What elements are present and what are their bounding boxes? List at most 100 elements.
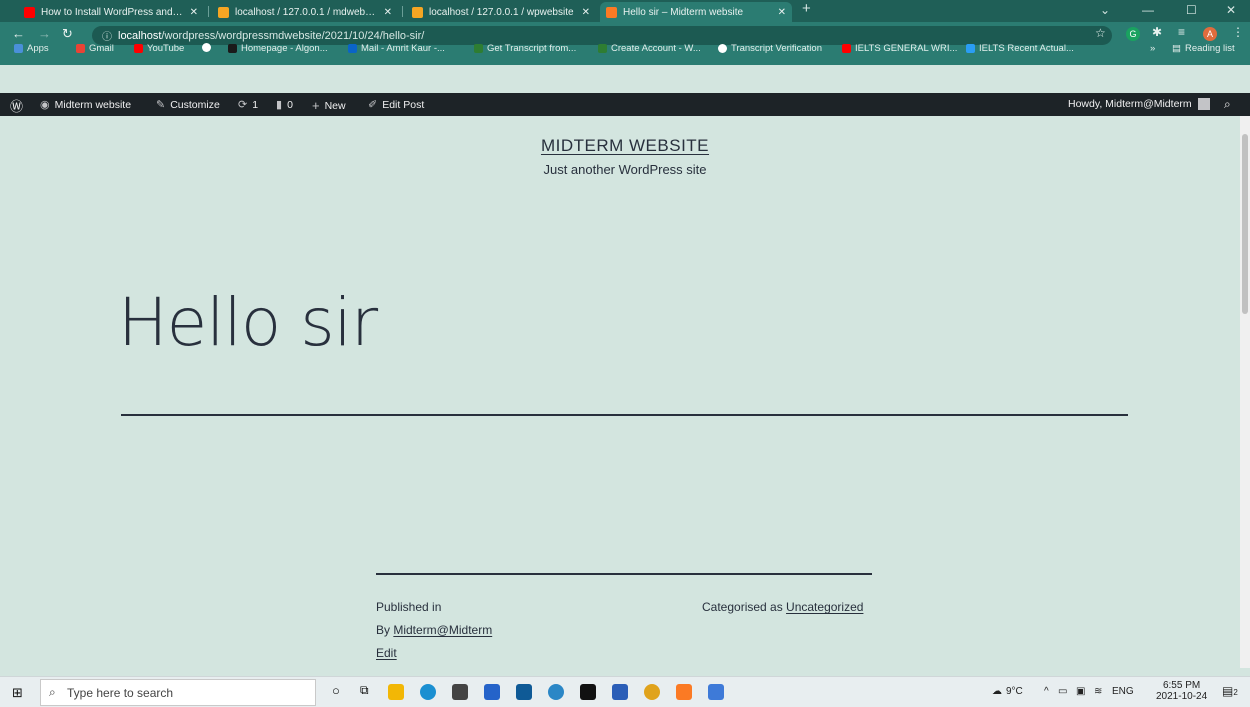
search-icon[interactable]: ⌕ [1224, 97, 1231, 112]
reload-icon[interactable]: ↻ [62, 26, 73, 42]
bookmark-create-account[interactable]: Create Account - W... [598, 43, 701, 54]
bookmark-apps[interactable]: Apps [14, 43, 49, 54]
bookmark-transcript-verification[interactable]: Transcript Verification [718, 43, 822, 54]
battery-icon[interactable]: ▭ [1058, 686, 1067, 697]
back-icon[interactable]: ← [12, 26, 25, 41]
post-title: Hello sir [118, 284, 378, 361]
tab-wpwebsite[interactable]: localhost / 127.0.0.1 / wpwebsite ✕ [406, 2, 596, 22]
globe-app-icon[interactable] [548, 684, 564, 700]
category-link[interactable]: Uncategorized [786, 600, 863, 614]
taskbar-search[interactable]: ⌕ Type here to search [40, 679, 316, 706]
xampp-icon[interactable] [676, 684, 692, 700]
youtube-icon [842, 44, 851, 53]
wifi-icon[interactable]: ≋ [1094, 686, 1102, 697]
mail-icon[interactable] [516, 684, 532, 700]
edit-post-link[interactable]: Edit [376, 646, 397, 660]
app-icon[interactable] [708, 684, 724, 700]
minimize-icon[interactable]: — [1142, 3, 1154, 17]
site-title: MIDTERM WEBSITE [0, 136, 1250, 156]
bitdefender-icon[interactable] [484, 684, 500, 700]
apps-icon [14, 44, 23, 53]
scrollbar[interactable] [1240, 116, 1250, 668]
temperature[interactable]: 9°C [1006, 686, 1023, 697]
bookmark-star-icon[interactable]: ☆ [1095, 26, 1106, 40]
netflix-icon[interactable] [580, 684, 596, 700]
store-icon[interactable] [452, 684, 468, 700]
new-tab-button[interactable]: + [802, 0, 811, 17]
extensions-icon[interactable]: ✱ [1152, 25, 1162, 39]
url-host: localhost [118, 29, 162, 42]
info-icon: ⓘ [102, 32, 112, 43]
file-explorer-icon[interactable] [388, 684, 404, 700]
plus-icon: + [312, 98, 320, 113]
admin-new[interactable]: + New [312, 98, 346, 113]
language-indicator[interactable]: ENG [1112, 686, 1134, 697]
notifications-icon[interactable]: ▤2 [1222, 684, 1238, 698]
bookmark-ielts-general[interactable]: IELTS GENERAL WRI... [842, 43, 957, 54]
bookmark-transcript[interactable]: Get Transcript from... [474, 43, 576, 54]
maximize-icon[interactable]: ☐ [1186, 3, 1197, 17]
task-view-icon[interactable]: ⧉ [360, 683, 369, 698]
forward-icon[interactable]: → [38, 26, 51, 41]
admin-updates[interactable]: ⟳ 1 [238, 98, 258, 112]
cortana-icon[interactable]: ○ [332, 683, 340, 698]
tray-chevron-icon[interactable]: ^ [1044, 686, 1049, 697]
scrollbar-thumb[interactable] [1242, 134, 1248, 314]
tab-title: localhost / 127.0.0.1 / wpwebsite [429, 6, 574, 18]
tab-how-to-install[interactable]: How to Install WordPress and Se ✕ [18, 2, 204, 22]
bookmark-ielts-recent[interactable]: IELTS Recent Actual... [966, 43, 1074, 54]
windows-start-icon[interactable]: ⊞ [12, 685, 23, 701]
globe-icon [718, 44, 727, 53]
admin-comments[interactable]: ▮ 0 [276, 98, 293, 112]
published-in: Published in [376, 600, 442, 614]
chrome-icon[interactable] [644, 684, 660, 700]
tab-hello-sir[interactable]: Hello sir – Midterm website ✕ [600, 2, 792, 22]
profile-avatar[interactable]: A [1203, 27, 1217, 41]
tab-mdwebsite[interactable]: localhost / 127.0.0.1 / mdwebsite ✕ [212, 2, 398, 22]
bookmark-gmail[interactable]: Gmail [76, 43, 114, 54]
globe-icon [202, 43, 211, 52]
grammarly-icon[interactable]: G [1126, 27, 1140, 41]
close-icon[interactable]: ✕ [582, 7, 590, 18]
reading-list-icon: ▤ [1172, 43, 1181, 54]
tab-title: How to Install WordPress and Se [41, 6, 184, 18]
admin-edit-post[interactable]: ✐ Edit Post [368, 98, 424, 112]
edge-icon[interactable] [420, 684, 436, 700]
network-icon[interactable]: ▣ [1076, 686, 1085, 697]
clock-date: 2021-10-24 [1156, 691, 1208, 702]
admin-customize[interactable]: ✎ Customize [156, 98, 220, 112]
bookmark-mail[interactable]: Mail - Amrit Kaur -... [348, 43, 445, 54]
close-window-icon[interactable]: ✕ [1226, 3, 1236, 17]
site-title-link[interactable]: MIDTERM WEBSITE [541, 136, 709, 155]
wordpress-logo-icon[interactable]: Ⓦ [10, 96, 23, 115]
phpmyadmin-icon [412, 6, 423, 18]
url-path: /wordpress/wordpressmdwebsite/2021/10/24… [161, 29, 425, 42]
word-icon[interactable] [612, 684, 628, 700]
menu-icon[interactable]: ⋮ [1232, 25, 1244, 39]
clock-time: 6:55 PM [1162, 680, 1201, 691]
admin-account[interactable]: Howdy, Midterm@Midterm [1068, 98, 1210, 110]
author-link[interactable]: Midterm@Midterm [393, 623, 492, 637]
clock[interactable]: 6:55 PM 2021-10-24 [1156, 680, 1207, 702]
tab-search-icon[interactable]: ⌄ [1100, 3, 1110, 17]
wp-admin-bar: Ⓦ ◉ Midterm website ✎ Customize ⟳ 1 ▮ 0 + New… [0, 93, 1250, 116]
bookmark-algonquin[interactable]: Homepage - Algon... [228, 43, 328, 54]
byline: By Midterm@Midterm [376, 623, 493, 637]
bookmark-icon [474, 44, 483, 53]
reading-mode-icon[interactable]: ≡ [1178, 25, 1185, 39]
tab-title: localhost / 127.0.0.1 / mdwebsite [235, 6, 378, 18]
close-icon[interactable]: ✕ [190, 7, 198, 18]
reading-list-button[interactable]: ▤ Reading list [1172, 43, 1235, 54]
close-icon[interactable]: ✕ [778, 7, 786, 18]
weather-icon[interactable]: ☁ [992, 686, 1002, 697]
close-icon[interactable]: ✕ [384, 7, 392, 18]
separator [376, 573, 872, 575]
dashboard-icon: ◉ [40, 99, 50, 111]
bookmarks-overflow[interactable]: » [1150, 43, 1155, 54]
gmail-icon [76, 44, 85, 53]
tab-strip: How to Install WordPress and Se ✕ localh… [0, 0, 1250, 22]
admin-site-name[interactable]: ◉ Midterm website [40, 98, 131, 112]
phpmyadmin-icon [218, 6, 229, 18]
bookmark-youtube[interactable]: YouTube [134, 43, 184, 54]
bookmark-globe[interactable] [202, 43, 215, 52]
